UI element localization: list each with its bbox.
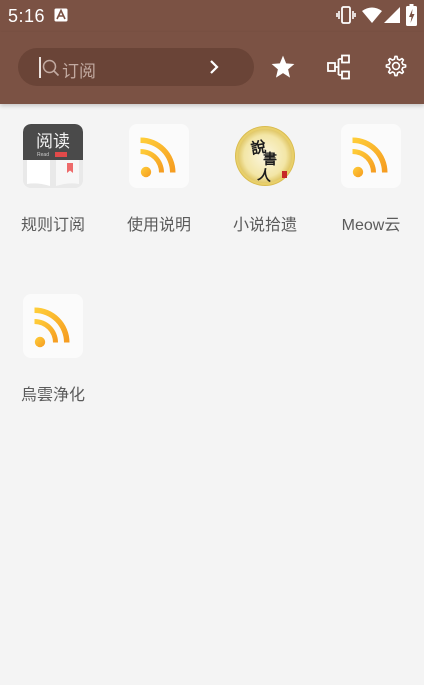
status-time: 5:16	[8, 6, 46, 26]
rss-icon	[23, 294, 83, 358]
subscription-label: Meow云	[341, 217, 401, 234]
status-bar: 5:16	[0, 0, 424, 32]
search-icon	[42, 59, 60, 81]
a-font-icon	[54, 7, 68, 26]
flowchart-icon[interactable]	[327, 54, 351, 84]
search-field[interactable]: 订阅	[18, 48, 254, 86]
chevron-right-icon[interactable]	[208, 59, 220, 79]
rss-icon	[129, 124, 189, 188]
signal-icon	[384, 7, 400, 27]
svg-text:Read: Read	[37, 152, 49, 158]
svg-text:阅读: 阅读	[36, 132, 70, 152]
shuoshuren-seal-icon: 說 書 人	[235, 124, 295, 188]
subscription-item-novel-gleanings[interactable]: 說 書 人 小说拾遗	[212, 104, 318, 264]
subscription-item-meow-cloud[interactable]: Meow云	[318, 104, 424, 264]
text-cursor	[39, 57, 41, 78]
subscription-item-dark-cloud-purify[interactable]: 烏雲浄化	[0, 274, 106, 434]
subscription-item-rule-subscriptions[interactable]: 阅读 Read 规则订阅	[0, 104, 106, 264]
wifi-icon	[361, 7, 383, 27]
svg-text:書: 書	[263, 151, 277, 168]
battery-charging-icon	[406, 4, 417, 30]
subscription-item-instructions[interactable]: 使用说明	[106, 104, 212, 264]
settings-gear-icon[interactable]	[384, 54, 408, 82]
vibrate-icon	[336, 6, 356, 28]
subscription-label: 使用说明	[126, 215, 191, 234]
subscription-label: 规则订阅	[20, 215, 85, 234]
read-app-icon: 阅读 Read	[23, 124, 83, 188]
toolbar: 订阅	[0, 32, 424, 104]
subscription-label: 烏雲浄化	[20, 385, 85, 404]
rss-icon	[341, 124, 401, 188]
search-input-placeholder: 订阅	[62, 62, 96, 82]
subscription-label: 小说拾遗	[232, 215, 297, 234]
rss-subscription-screen: 5:16 订阅 阅读 Read 规则订阅 使用说明 說 書 人 小说拾遗 Meo…	[0, 0, 424, 685]
star-icon[interactable]	[270, 54, 296, 84]
